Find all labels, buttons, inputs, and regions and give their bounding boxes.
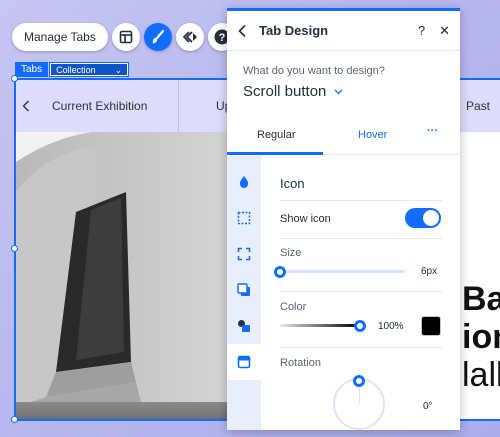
design-target-value: Scroll button — [243, 83, 327, 100]
help-icon[interactable]: ? — [418, 23, 425, 38]
chevron-down-icon — [334, 89, 343, 94]
state-dropdown[interactable]: Collection ⌄ — [49, 62, 130, 77]
size-slider-handle[interactable] — [274, 266, 286, 278]
divider — [280, 291, 442, 292]
svg-text:?: ? — [218, 32, 225, 44]
state-tabs: Regular Hover ··· — [227, 115, 460, 155]
resize-handle[interactable] — [11, 75, 18, 82]
resize-handle[interactable] — [11, 245, 18, 252]
size-slider[interactable] — [280, 270, 405, 273]
toggle-knob — [423, 210, 439, 226]
active-tab-indicator — [227, 152, 323, 155]
resize-handle[interactable] — [11, 416, 18, 423]
color-label: Color — [280, 301, 307, 313]
divider — [280, 347, 442, 348]
design-target-dropdown[interactable]: Scroll button — [243, 83, 460, 100]
section-title: Icon — [280, 176, 305, 191]
rotation-label: Rotation — [280, 357, 321, 369]
tab-hover[interactable]: Hover — [358, 129, 387, 141]
layout-icon — [237, 355, 251, 369]
opacity-slider[interactable] — [280, 324, 360, 327]
panel-title: Tab Design — [259, 23, 329, 38]
icon-style-icon — [238, 320, 250, 332]
rotation-handle[interactable] — [353, 375, 365, 387]
animation-icon — [182, 31, 197, 43]
border-icon — [237, 211, 251, 225]
paintbrush-icon — [151, 29, 164, 44]
opacity-value: 100% — [378, 321, 404, 332]
state-dropdown-value: Collection — [56, 65, 96, 75]
close-icon[interactable]: ✕ — [439, 23, 450, 39]
layout-button[interactable] — [111, 23, 140, 51]
back-icon[interactable] — [237, 24, 247, 38]
dial-pointer — [359, 384, 360, 404]
chevron-down-icon: ⌄ — [114, 65, 123, 75]
corners-icon — [237, 247, 251, 261]
shadow-icon — [237, 283, 250, 296]
manage-tabs-button[interactable]: Manage Tabs — [12, 23, 108, 51]
design-button[interactable] — [143, 23, 172, 51]
more-options-button[interactable]: ··· — [427, 125, 438, 137]
sidebar-item-border[interactable] — [227, 200, 261, 236]
size-label: Size — [280, 247, 302, 259]
sidebar-item-shadow[interactable] — [227, 272, 261, 308]
size-value: 6px — [421, 266, 438, 277]
divider — [280, 200, 442, 201]
panel-header: Tab Design ? ✕ — [227, 11, 460, 51]
divider — [280, 238, 442, 239]
tab-design-panel: Tab Design ? ✕ What do you want to desig… — [227, 8, 460, 430]
show-icon-toggle[interactable] — [405, 208, 441, 228]
sidebar-item-layout[interactable] — [227, 344, 261, 380]
component-name: Tabs — [15, 62, 49, 77]
layout-icon — [119, 30, 133, 44]
floating-toolbar: Manage Tabs ? — [12, 22, 236, 52]
fill-icon — [239, 176, 249, 188]
sidebar-item-corners[interactable] — [227, 236, 261, 272]
animation-button[interactable] — [175, 23, 204, 51]
sidebar-item-fill[interactable] — [227, 164, 261, 200]
show-icon-label: Show icon — [280, 213, 331, 225]
color-swatch[interactable] — [421, 316, 441, 336]
opacity-slider-handle[interactable] — [354, 320, 366, 332]
component-tag: Tabs Collection ⌄ — [15, 62, 130, 77]
design-target-question: What do you want to design? — [243, 65, 385, 77]
rotation-value: 0° — [423, 401, 433, 412]
tab-regular[interactable]: Regular — [257, 129, 296, 141]
rotation-dial[interactable] — [333, 375, 385, 430]
sidebar-item-icon[interactable] — [227, 308, 261, 344]
design-sidebar — [227, 156, 261, 430]
